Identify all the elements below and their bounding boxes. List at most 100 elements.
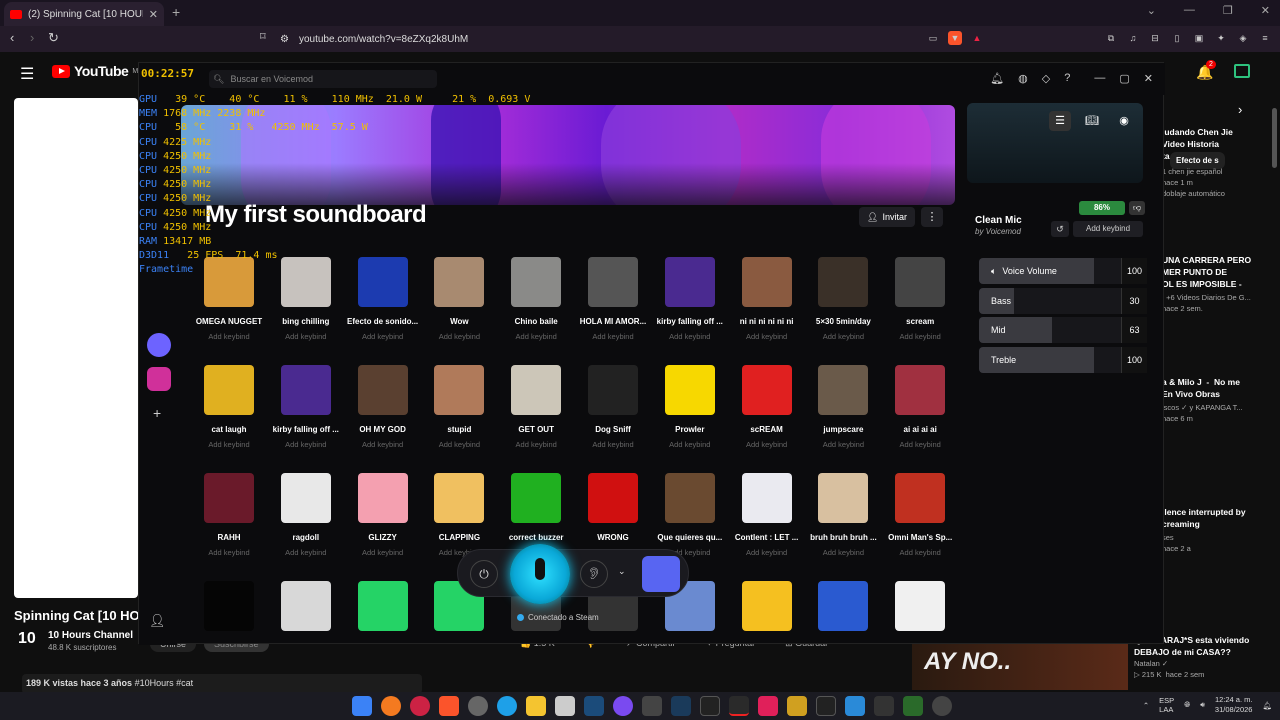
- add-keybind-link[interactable]: Add keybind: [729, 332, 805, 341]
- recommended-item[interactable]: a & Milo J - No me En Vivo Obras iscos ✓…: [1162, 376, 1272, 424]
- sound-thumbnail[interactable]: [588, 473, 638, 523]
- app-icon[interactable]: [671, 696, 691, 716]
- sound-thumbnail[interactable]: [664, 257, 715, 307]
- recommended-item[interactable]: ilence interrupted by creaming ses hace …: [1162, 506, 1272, 554]
- wallet-icon[interactable]: ▣: [1192, 31, 1206, 45]
- sound-thumbnail[interactable]: [818, 473, 869, 523]
- youtube-logo[interactable]: YouTube MX: [52, 63, 142, 79]
- sound-thumbnail[interactable]: [204, 473, 254, 523]
- slider-value[interactable]: 30: [1121, 287, 1147, 314]
- sound-tile[interactable]: scream Add keybind: [882, 257, 958, 357]
- discord-icon[interactable]: [613, 696, 633, 716]
- sound-tile[interactable]: [191, 581, 267, 681]
- record-icon[interactable]: ◉: [1113, 111, 1135, 131]
- slider-voice-volume[interactable]: 🔈︎ Voice Volume 100: [979, 258, 1147, 284]
- xbox-icon[interactable]: [903, 696, 923, 716]
- add-keybind-link[interactable]: Add keybind: [268, 332, 344, 341]
- site-info-icon[interactable]: ⚙: [280, 34, 289, 45]
- invite-button[interactable]: 👤︎ Invitar: [859, 207, 915, 227]
- new-tab-icon[interactable]: +: [172, 4, 180, 20]
- add-keybind-link[interactable]: Add keybind: [498, 440, 574, 449]
- sound-tile[interactable]: [345, 581, 421, 681]
- settings-sliders-icon[interactable]: ☰: [1049, 111, 1071, 131]
- sound-thumbnail[interactable]: [741, 365, 792, 415]
- add-keybind-link[interactable]: Add keybind: [575, 440, 651, 449]
- add-keybind-link[interactable]: Add keybind: [421, 440, 497, 449]
- channel-avatar[interactable]: 10: [18, 630, 40, 652]
- notifications-icon[interactable]: 🔔︎: [1262, 701, 1272, 710]
- sound-thumbnail[interactable]: [664, 473, 715, 523]
- sound-thumbnail[interactable]: [280, 365, 331, 415]
- sound-tile[interactable]: Wow Add keybind: [421, 257, 497, 357]
- sound-tile[interactable]: 5×30 5min/day Add keybind: [805, 257, 881, 357]
- add-keybind-link[interactable]: Add keybind: [191, 548, 267, 557]
- sound-tile[interactable]: Efecto de sonido... Add keybind: [345, 257, 421, 357]
- voicemod-icon[interactable]: [729, 696, 749, 716]
- sound-tile[interactable]: ragdoll Add keybind: [268, 473, 344, 573]
- sound-thumbnail[interactable]: [741, 473, 792, 523]
- add-keybind-link[interactable]: Add keybind: [882, 548, 958, 557]
- slider-bass[interactable]: Bass 30: [979, 287, 1147, 314]
- add-keybind-link[interactable]: Add keybind: [268, 440, 344, 449]
- volume-icon[interactable]: 🔊︎: [1200, 700, 1205, 710]
- power-icon[interactable]: ⏻: [470, 560, 498, 588]
- app-icon[interactable]: [642, 696, 662, 716]
- sound-tile[interactable]: stupid Add keybind: [421, 365, 497, 465]
- leo-icon[interactable]: ✦: [1214, 31, 1228, 45]
- sound-thumbnail[interactable]: [357, 581, 408, 631]
- tray-overflow-icon[interactable]: ⌃: [1143, 701, 1149, 710]
- url-field[interactable]: ⚙ youtube.com/watch?v=8eZXq2k8UhM: [280, 31, 1000, 47]
- sound-tile[interactable]: ai ai ai ai Add keybind: [882, 365, 958, 465]
- sound-thumbnail[interactable]: [895, 365, 946, 415]
- add-keybind-link[interactable]: Add keybind: [498, 332, 574, 341]
- sound-thumbnail[interactable]: [664, 365, 715, 415]
- edge-icon[interactable]: [497, 696, 517, 716]
- calculator-icon[interactable]: [555, 696, 575, 716]
- channel-name[interactable]: 10 Hours Channel: [48, 630, 133, 641]
- sound-thumbnail[interactable]: [357, 473, 408, 523]
- discord-button-icon[interactable]: [642, 556, 680, 592]
- sound-thumbnail[interactable]: [511, 257, 562, 307]
- sound-thumbnail[interactable]: [818, 365, 869, 415]
- sound-tile[interactable]: bing chilling Add keybind: [268, 257, 344, 357]
- sound-tile[interactable]: scREAM Add keybind: [729, 365, 805, 465]
- sound-tile[interactable]: [882, 581, 958, 681]
- add-keybind-link[interactable]: Add keybind: [729, 548, 805, 557]
- sound-thumbnail[interactable]: [204, 581, 254, 631]
- add-keybind-link[interactable]: Add keybind: [805, 548, 881, 557]
- add-keybind-link[interactable]: Add keybind: [652, 332, 728, 341]
- app-icon[interactable]: [787, 696, 807, 716]
- sound-thumbnail[interactable]: [357, 365, 408, 415]
- sound-thumbnail[interactable]: [818, 257, 869, 307]
- sound-tile[interactable]: [729, 581, 805, 681]
- slider-value[interactable]: 100: [1121, 258, 1147, 284]
- sound-thumbnail[interactable]: [741, 257, 792, 307]
- like-percentage[interactable]: 86%: [1079, 201, 1125, 215]
- more-options-icon[interactable]: ⋮: [921, 207, 943, 227]
- slider-value[interactable]: 100: [1121, 346, 1147, 373]
- sound-thumbnail[interactable]: [588, 365, 638, 415]
- reset-icon[interactable]: ↺: [1051, 221, 1069, 237]
- tiktok-icon[interactable]: [758, 696, 778, 716]
- add-keybind-link[interactable]: Add keybind: [191, 440, 267, 449]
- add-icon[interactable]: +: [153, 405, 161, 421]
- book-icon[interactable]: 📖︎: [1081, 111, 1103, 131]
- microphone-toggle-icon[interactable]: [510, 544, 570, 604]
- maximize-icon[interactable]: ▢: [1119, 72, 1129, 85]
- sound-tile[interactable]: RAHH Add keybind: [191, 473, 267, 573]
- hear-myself-icon[interactable]: 👂︎: [580, 560, 608, 588]
- brave-rewards-icon[interactable]: ▲: [970, 31, 984, 45]
- sound-thumbnail[interactable]: [895, 257, 946, 307]
- user-icon[interactable]: 👤︎: [149, 613, 166, 629]
- add-keybind-link[interactable]: Add keybind: [268, 548, 344, 557]
- minimize-icon[interactable]: —: [1184, 4, 1195, 17]
- add-keybind-link[interactable]: Add keybind: [575, 332, 651, 341]
- add-keybind-link[interactable]: Add keybind: [421, 332, 497, 341]
- sound-tile[interactable]: GLIZZY Add keybind: [345, 473, 421, 573]
- brave-shield-icon[interactable]: ▼: [948, 31, 962, 45]
- sound-thumbnail[interactable]: [280, 257, 331, 307]
- sound-thumbnail[interactable]: [204, 365, 254, 415]
- epic-games-icon[interactable]: [700, 696, 720, 716]
- cast-icon[interactable]: ▭: [926, 31, 940, 45]
- obs-icon[interactable]: [410, 696, 430, 716]
